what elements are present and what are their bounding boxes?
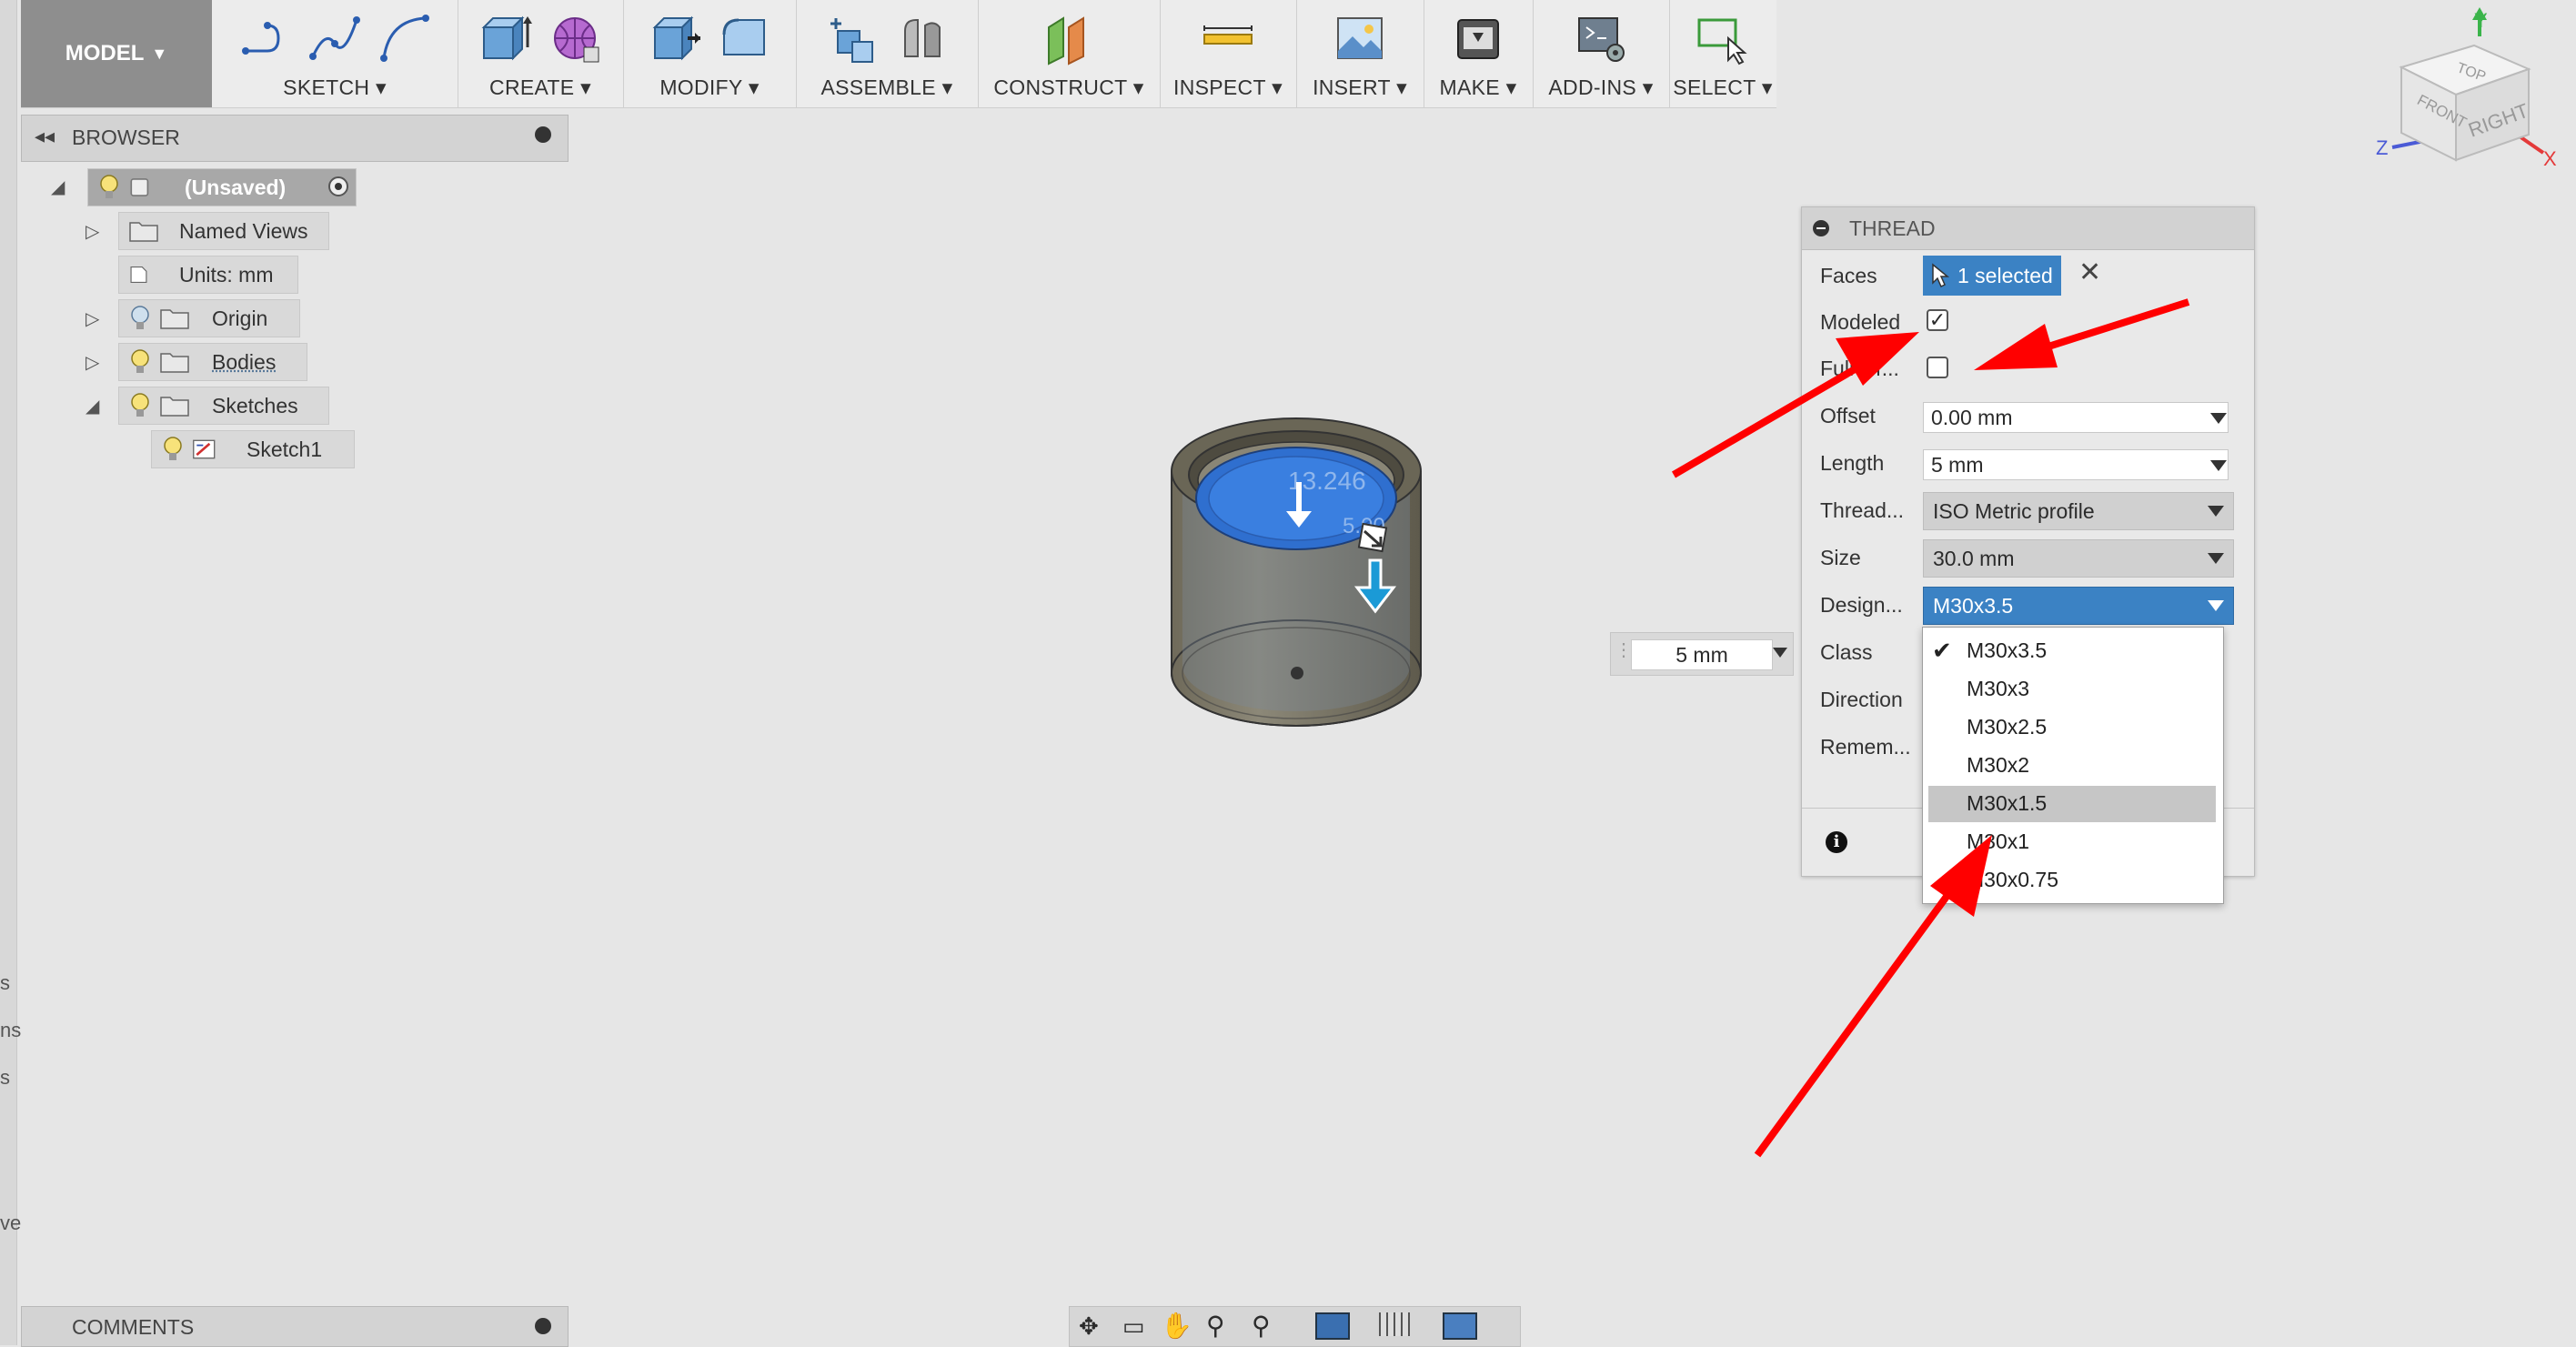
- display-settings-icon[interactable]: [1315, 1312, 1350, 1340]
- red-arrow-icon: [1754, 835, 1992, 1158]
- viewcube[interactable]: Y Z X TOP FRONT RIGHT: [2365, 0, 2576, 191]
- y-axis-label: Y: [2474, 9, 2488, 32]
- viewports-icon[interactable]: [1443, 1312, 1477, 1340]
- annotation-arrows-overlay: [1671, 298, 2190, 1158]
- look-at-icon[interactable]: ▭: [1122, 1312, 1145, 1341]
- expand-panel-icon[interactable]: [535, 1318, 551, 1334]
- x-axis-label: X: [2543, 147, 2557, 170]
- z-axis-label: Z: [2376, 136, 2388, 159]
- red-arrow-icon: [1671, 332, 1919, 478]
- comments-title: COMMENTS: [72, 1315, 195, 1339]
- red-arrow-icon: [1974, 298, 2190, 370]
- pan-hand-icon[interactable]: ✋: [1161, 1311, 1192, 1341]
- orbit-icon[interactable]: ✥: [1079, 1312, 1099, 1341]
- grid-settings-icon[interactable]: [1379, 1312, 1410, 1336]
- navigation-bar: ✥ ▭ ✋ ⚲ ⚲: [1069, 1306, 1521, 1347]
- fit-zoom-icon[interactable]: ⚲: [1252, 1311, 1271, 1341]
- zoom-icon[interactable]: ⚲: [1206, 1311, 1225, 1341]
- comments-panel-header[interactable]: COMMENTS: [21, 1306, 569, 1347]
